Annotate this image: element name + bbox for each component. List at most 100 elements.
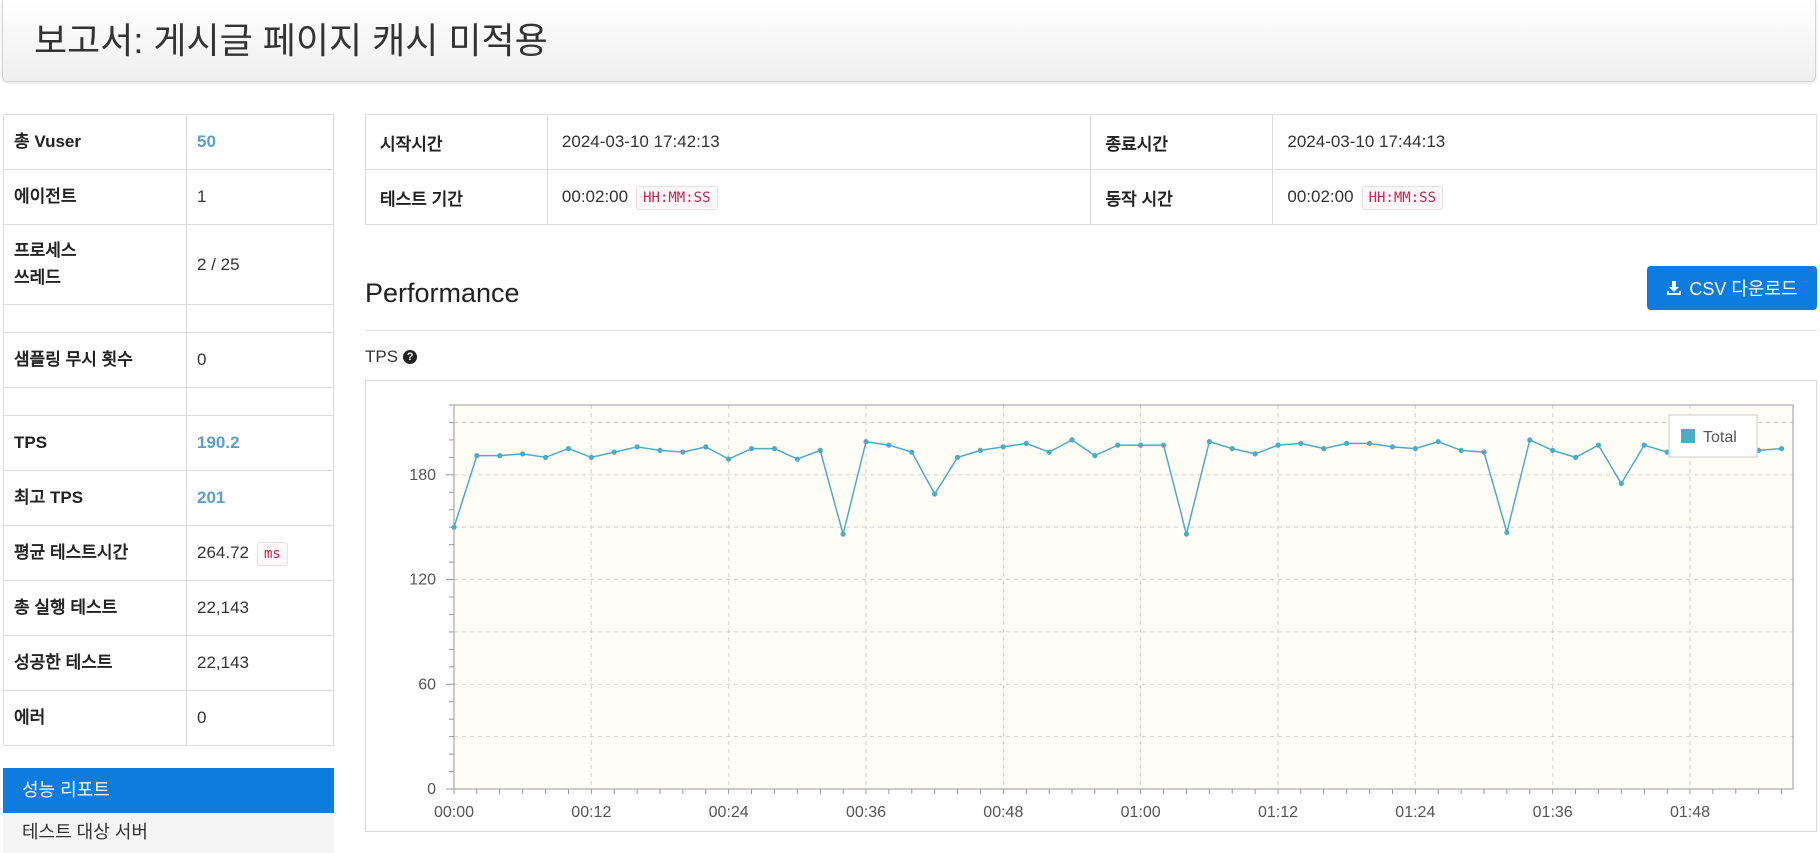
unit-badge: ms — [257, 542, 288, 566]
tps-chart-label: TPS ? — [365, 347, 418, 367]
data-point — [1069, 437, 1075, 443]
spacer-cell — [186, 304, 334, 333]
data-point — [634, 444, 640, 450]
data-point — [1321, 446, 1327, 452]
performance-title: Performance — [365, 278, 520, 308]
data-point — [909, 449, 915, 455]
data-point — [748, 446, 755, 452]
summary-value-agent: 1 — [186, 169, 334, 225]
x-tick-label: 01:24 — [1395, 804, 1435, 821]
summary-label: 에러 — [3, 690, 187, 746]
data-point — [565, 446, 572, 452]
page-title: 보고서: 게시글 페이지 캐시 미적용 — [34, 20, 548, 61]
summary-value-tps: 190.2 — [186, 415, 334, 471]
data-point — [1572, 454, 1579, 460]
info-value-end: 2024-03-10 17:44:13 — [1272, 114, 1817, 170]
info-label: 테스트 기간 — [365, 169, 548, 225]
summary-row-avg-time: 평균 테스트시간 264.72 ms — [3, 525, 334, 581]
page-header: 보고서: 게시글 페이지 캐시 미적용 — [2, 0, 1816, 82]
summary-row-tps: TPS 190.2 — [3, 415, 334, 471]
data-point — [1412, 446, 1418, 452]
x-tick-label: 01:36 — [1533, 804, 1573, 821]
summary-label: 샘플링 무시 횟수 — [3, 332, 187, 388]
info-label: 종료시간 — [1090, 114, 1274, 170]
menu-item-performance-report[interactable]: 성능 리포트 — [3, 768, 334, 813]
spacer-cell — [3, 304, 187, 333]
data-point — [1275, 442, 1281, 448]
data-point — [1023, 440, 1029, 446]
info-label: 동작 시간 — [1090, 169, 1274, 225]
data-point — [1046, 449, 1052, 455]
summary-row-agent: 에이전트 1 — [3, 169, 334, 225]
summary-row-peak-tps: 최고 TPS 201 — [3, 470, 334, 526]
summary-label: 총 Vuser — [3, 114, 187, 170]
y-tick-label: 0 — [427, 781, 436, 798]
data-point — [1366, 440, 1373, 446]
summary-value-total-tests: 22,143 — [186, 580, 334, 636]
question-circle-icon[interactable]: ? — [403, 350, 418, 364]
y-tick-label: 180 — [409, 467, 436, 484]
csv-download-label: CSV 다운로드 — [1689, 279, 1798, 299]
summary-value-process: 2 / 25 — [186, 224, 334, 305]
data-point — [1000, 444, 1006, 450]
data-point — [1595, 442, 1602, 448]
summary-value-avg-time: 264.72 ms — [186, 525, 334, 581]
summary-label-line: 쓰레드 — [14, 267, 61, 287]
spacer-cell — [186, 387, 334, 416]
plot-background — [454, 405, 1793, 789]
data-point — [1618, 480, 1624, 487]
data-point — [1115, 442, 1121, 448]
data-point — [520, 451, 526, 457]
duration-value: 00:02:00 — [561, 187, 629, 206]
summary-spacer — [3, 387, 334, 416]
data-point — [1160, 442, 1167, 448]
legend-swatch — [1681, 429, 1695, 443]
info-row-time: 시작시간 2024-03-10 17:42:13 종료시간 2024-03-10… — [365, 114, 1817, 170]
data-point — [1344, 440, 1350, 446]
summary-value-error: 0 — [186, 690, 334, 746]
x-tick-label: 00:36 — [846, 804, 886, 821]
data-point — [1229, 446, 1235, 452]
summary-label-line: 프로세스 — [14, 241, 77, 261]
summary-label: 성공한 테스트 — [3, 635, 187, 691]
info-row-duration: 테스트 기간 00:02:00 HH:MM:SS 동작 시간 00:02:00 HH… — [365, 169, 1817, 225]
menu-item-target-server[interactable]: 테스트 대상 서버 — [3, 813, 334, 853]
x-tick-label: 01:12 — [1258, 804, 1298, 821]
x-tick-label: 00:00 — [434, 804, 474, 821]
data-point — [1778, 446, 1785, 452]
summary-label: 최고 TPS — [3, 470, 187, 526]
summary-label: 평균 테스트시간 — [3, 525, 187, 581]
data-point — [1550, 447, 1556, 453]
summary-label: 총 실행 테스트 — [3, 580, 187, 636]
data-point — [497, 453, 503, 459]
data-point — [954, 454, 961, 460]
test-info-table: 시작시간 2024-03-10 17:42:13 종료시간 2024-03-10… — [365, 114, 1817, 225]
legend-label: Total — [1703, 429, 1737, 446]
x-tick-label: 01:48 — [1670, 804, 1710, 821]
data-point — [680, 449, 686, 455]
summary-value-peak-tps: 201 — [186, 470, 334, 526]
data-point — [1092, 453, 1098, 459]
tps-chart-title: TPS — [365, 347, 399, 366]
data-point — [1435, 439, 1441, 445]
summary-label: 에이전트 — [3, 169, 187, 225]
data-point — [1504, 529, 1510, 536]
info-label: 시작시간 — [365, 114, 548, 170]
data-point — [611, 449, 617, 455]
csv-download-button[interactable]: CSV 다운로드 — [1647, 266, 1817, 310]
x-tick-label: 01:00 — [1121, 804, 1161, 821]
summary-row-vuser: 총 Vuser 50 — [3, 114, 334, 170]
unit-badge: HH:MM:SS — [636, 186, 718, 210]
summary-row-total-tests: 총 실행 테스트 22,143 — [3, 580, 334, 636]
data-point — [840, 531, 846, 537]
data-point — [703, 444, 709, 450]
tps-chart: 0 60 120 180 00:00 00:12 00:24 00:36 00:48 01:00 0… — [365, 380, 1817, 832]
summary-label: 프로세스 쓰레드 — [3, 224, 187, 305]
summary-value-success: 22,143 — [186, 635, 334, 691]
unit-badge: HH:MM:SS — [1361, 186, 1443, 210]
data-point — [1527, 437, 1533, 443]
avg-time-value: 264.72 — [197, 543, 249, 562]
data-point — [977, 447, 984, 453]
report-menu: 성능 리포트 테스트 대상 서버 — [3, 768, 334, 853]
data-point — [794, 456, 800, 462]
